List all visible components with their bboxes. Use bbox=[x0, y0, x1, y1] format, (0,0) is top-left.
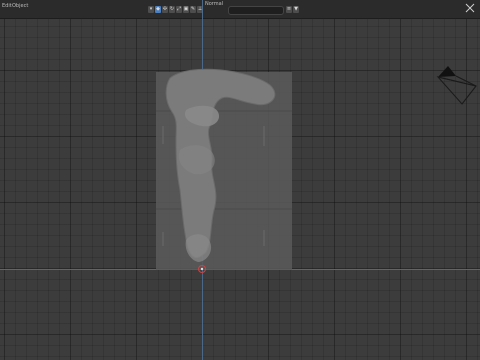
scene-drawings bbox=[156, 3, 477, 273]
scene bbox=[0, 0, 480, 360]
corner-icon[interactable] bbox=[465, 3, 475, 13]
camera-icon[interactable] bbox=[436, 66, 477, 105]
